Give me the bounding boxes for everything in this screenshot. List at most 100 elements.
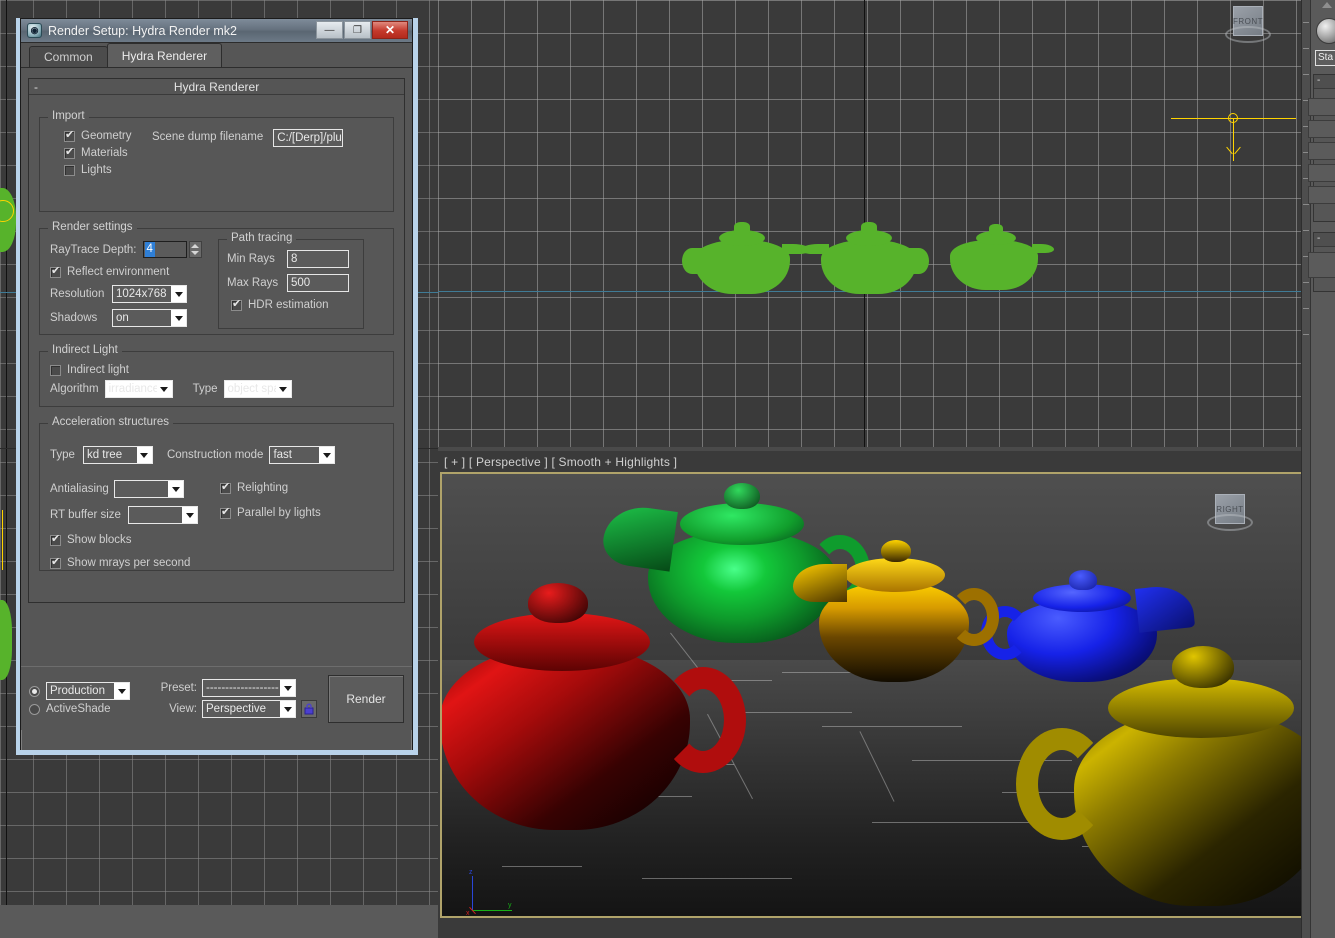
close-button[interactable]: ✕ xyxy=(372,21,408,39)
render-mode-group[interactable]: Production ActiveShade xyxy=(29,679,137,718)
activeshade-row[interactable]: ActiveShade xyxy=(29,703,137,715)
viewcube-front[interactable]: FRONT xyxy=(1225,4,1271,44)
construction-mode-dropdown[interactable]: fast xyxy=(269,446,335,464)
command-panel[interactable]: Sta - - xyxy=(1301,0,1335,938)
chevron-down-icon[interactable] xyxy=(319,447,334,463)
preset-dropdown[interactable]: ------------------- xyxy=(202,679,296,697)
dialog-title: Render Setup: Hydra Render mk2 xyxy=(48,24,237,38)
checkbox-reflect-environment-box[interactable] xyxy=(50,267,61,278)
checkbox-show-blocks-box[interactable] xyxy=(50,535,61,546)
view-dropdown[interactable]: Perspective xyxy=(202,700,296,718)
checkbox-hdr-estimation[interactable]: HDR estimation xyxy=(231,299,355,311)
color-swatch-icon[interactable] xyxy=(1316,18,1335,44)
viewcube-perspective[interactable]: RIGHT xyxy=(1207,492,1253,532)
accel-type-dropdown[interactable]: kd tree xyxy=(83,446,153,464)
checkbox-materials-box[interactable] xyxy=(64,148,75,159)
viewcube-ring[interactable] xyxy=(1207,514,1253,531)
rollout-collapse-icon[interactable]: - xyxy=(1314,75,1335,89)
yellow-teapot[interactable] xyxy=(797,534,987,699)
antialiasing-dropdown[interactable] xyxy=(114,480,184,498)
viewport-perspective[interactable]: RIGHT z y x xyxy=(440,472,1304,918)
checkbox-geometry-box[interactable] xyxy=(64,131,75,142)
max-rays-input[interactable]: 500 xyxy=(287,274,349,292)
algorithm-dropdown[interactable]: irradiance xyxy=(105,380,173,398)
checkbox-parallel-by-lights-box[interactable] xyxy=(220,508,231,519)
scene-dump-filename-input[interactable]: C:/[Derp]/plu xyxy=(273,129,343,147)
panel-input[interactable] xyxy=(1308,252,1335,278)
minimize-button[interactable]: — xyxy=(316,21,343,39)
light-gizmo-left-2[interactable] xyxy=(2,510,14,570)
checkbox-lights-box[interactable] xyxy=(64,165,75,176)
chevron-down-icon[interactable] xyxy=(280,701,295,717)
lock-icon[interactable] xyxy=(301,700,317,718)
checkbox-show-blocks[interactable]: Show blocks xyxy=(50,534,220,546)
checkbox-hdr-estimation-box[interactable] xyxy=(231,300,242,311)
object-name-field[interactable]: Sta xyxy=(1315,50,1335,66)
production-row[interactable]: Production xyxy=(29,682,137,700)
light-gizmo[interactable] xyxy=(1233,108,1234,109)
chevron-down-icon[interactable] xyxy=(114,683,129,699)
checkbox-materials[interactable]: Materials xyxy=(64,147,136,159)
min-rays-input[interactable]: 8 xyxy=(287,250,349,268)
rollout-collapse-icon[interactable]: - xyxy=(1314,233,1335,247)
app-icon: ◉ xyxy=(27,23,42,38)
radio-production[interactable] xyxy=(29,686,40,697)
checkbox-show-mrays-box[interactable] xyxy=(50,558,61,569)
panel-scroll-arrow[interactable] xyxy=(1322,2,1332,8)
chevron-down-icon[interactable] xyxy=(137,447,152,463)
viewcube-ring[interactable] xyxy=(1225,26,1271,43)
render-setup-dialog[interactable]: ◉ Render Setup: Hydra Render mk2 — ❐ ✕ C… xyxy=(20,18,413,754)
red-teapot[interactable] xyxy=(440,559,742,859)
panel-input[interactable] xyxy=(1308,98,1335,116)
chevron-down-icon[interactable] xyxy=(171,310,186,326)
panel-input[interactable] xyxy=(1308,186,1335,204)
production-dropdown[interactable]: Production xyxy=(46,682,130,700)
shadows-dropdown[interactable]: on xyxy=(112,309,187,327)
chevron-down-icon[interactable] xyxy=(182,507,197,523)
raytrace-depth-input[interactable]: 4 xyxy=(143,241,187,258)
group-import-label: Import xyxy=(48,110,89,122)
chevron-down-icon[interactable] xyxy=(280,680,295,696)
tabstrip[interactable]: Common Hydra Renderer xyxy=(21,43,412,68)
render-button[interactable]: Render xyxy=(328,675,404,723)
checkbox-lights[interactable]: Lights xyxy=(64,164,136,176)
indirect-type-dropdown[interactable]: object spa xyxy=(224,380,292,398)
radio-activeshade[interactable] xyxy=(29,704,40,715)
chevron-down-icon[interactable] xyxy=(171,286,186,302)
group-path-tracing: Path tracing Min Rays 8 Max Rays 500 xyxy=(218,239,364,329)
raytrace-depth-spinner[interactable]: 4 xyxy=(143,241,202,258)
rt-buffer-dropdown[interactable] xyxy=(128,506,198,524)
checkbox-hdr-estimation-label: HDR estimation xyxy=(248,299,329,311)
rollout-hydra-renderer[interactable]: - Hydra Renderer Import Geometry xyxy=(28,78,405,603)
raytrace-depth-stepper[interactable] xyxy=(189,241,202,258)
dialog-titlebar[interactable]: ◉ Render Setup: Hydra Render mk2 — ❐ ✕ xyxy=(21,19,412,43)
panel-input[interactable] xyxy=(1308,142,1335,160)
type-label: Type xyxy=(193,383,218,395)
chevron-down-icon[interactable] xyxy=(157,381,172,397)
viewport-front[interactable]: FRONT xyxy=(438,0,1306,447)
panel-input[interactable] xyxy=(1308,120,1335,138)
tab-common[interactable]: Common xyxy=(29,46,108,67)
min-rays-label: Min Rays xyxy=(227,253,287,265)
checkbox-indirect-light[interactable]: Indirect light xyxy=(50,364,383,376)
olive-teapot[interactable] xyxy=(1052,624,1304,918)
resolution-dropdown[interactable]: 1024x768 xyxy=(112,285,187,303)
chevron-down-icon[interactable] xyxy=(276,381,291,397)
tab-hydra-renderer[interactable]: Hydra Renderer xyxy=(107,43,222,67)
axis-label-x: x xyxy=(466,910,470,917)
checkbox-parallel-by-lights[interactable]: Parallel by lights xyxy=(220,507,321,519)
checkbox-relighting-box[interactable] xyxy=(220,483,231,494)
rollout-collapse-icon[interactable]: - xyxy=(34,80,38,94)
panel-input[interactable] xyxy=(1308,164,1335,182)
checkbox-geometry[interactable]: Geometry xyxy=(64,130,136,142)
window-buttons[interactable]: — ❐ ✕ xyxy=(315,21,408,39)
checkbox-show-mrays[interactable]: Show mrays per second xyxy=(50,557,220,569)
shadows-label: Shadows xyxy=(50,312,112,324)
checkbox-indirect-light-box[interactable] xyxy=(50,365,61,376)
resolution-label: Resolution xyxy=(50,288,112,300)
checkbox-relighting[interactable]: Relighting xyxy=(220,482,321,494)
maximize-button[interactable]: ❐ xyxy=(344,21,371,39)
rollout-header[interactable]: - Hydra Renderer xyxy=(29,79,404,95)
chevron-down-icon[interactable] xyxy=(168,481,183,497)
checkbox-reflect-environment[interactable]: Reflect environment xyxy=(50,266,210,278)
